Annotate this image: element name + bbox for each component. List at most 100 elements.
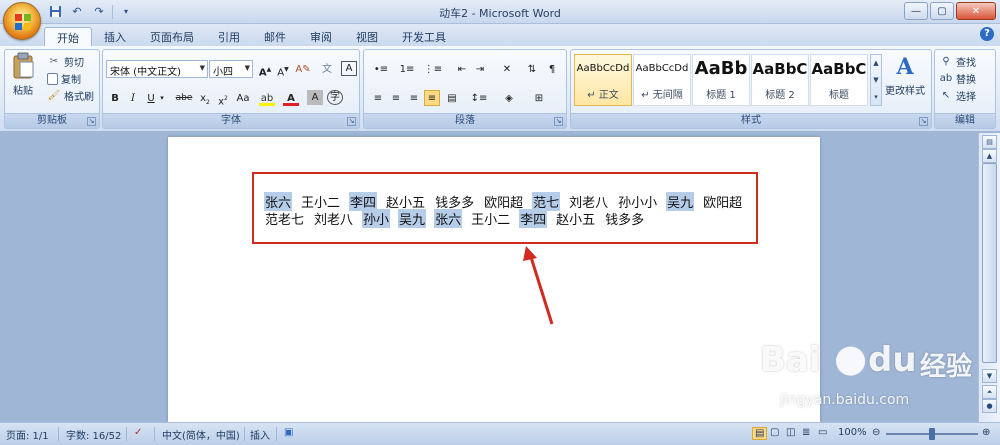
chinese-layout-icon[interactable]: ✕ (496, 61, 518, 78)
align-left-icon[interactable]: ≡ (370, 90, 386, 107)
maximize-button[interactable]: ▢ (930, 2, 954, 20)
ruler-toggle-icon[interactable]: ▤ (982, 135, 997, 149)
distributed-icon[interactable]: ▤ (444, 90, 460, 107)
paragraph-launcher-icon[interactable]: ↘ (554, 117, 563, 126)
close-button[interactable]: ✕ (956, 2, 996, 20)
binoculars-icon: ⚲ (942, 55, 950, 67)
view-draft-icon[interactable]: ▭ (818, 427, 827, 438)
shading-icon[interactable]: ◈ (498, 90, 520, 107)
decrease-indent-icon[interactable]: ⇤ (454, 61, 470, 78)
numbering-icon[interactable]: 1≡ (396, 61, 418, 78)
grow-font-icon[interactable]: A▲ (257, 61, 273, 78)
ribbon-tab-bar: 开始 插入 页面布局 引用 邮件 审阅 视图 开发工具 ? (0, 24, 1000, 46)
tab-review[interactable]: 审阅 (298, 27, 344, 46)
tab-view[interactable]: 视图 (344, 27, 390, 46)
zoom-in-icon[interactable]: ⊕ (982, 427, 990, 438)
phonetic-guide-icon[interactable]: 文 (319, 61, 335, 78)
styles-launcher-icon[interactable]: ↘ (919, 117, 928, 126)
style-heading-1[interactable]: AaBb 标题 1 (692, 54, 750, 106)
help-icon[interactable]: ? (980, 27, 994, 41)
paragraph-group-label: 段落 (364, 113, 566, 128)
font-name-select[interactable]: 宋体 (中文正文) ▼ (106, 60, 208, 78)
scroll-thumb[interactable] (982, 163, 997, 363)
status-separator (276, 427, 277, 441)
scroll-up-icon[interactable]: ▲ (982, 149, 997, 163)
enclose-char-icon[interactable]: 字 (327, 90, 343, 105)
style-sample: AaBbC (752, 60, 808, 78)
replace-icon: ab (939, 72, 953, 84)
subscript-icon[interactable]: x2 (197, 90, 213, 107)
bold-icon[interactable]: B (107, 90, 123, 107)
underline-dropdown-icon[interactable]: ▾ (158, 90, 166, 107)
style-name: 标题 (829, 90, 849, 101)
char-shading-icon[interactable]: A (307, 90, 323, 105)
bullets-icon[interactable]: •≡ (370, 61, 392, 78)
view-outline-icon[interactable]: ≣ (802, 427, 810, 438)
status-insert-mode[interactable]: 插入 (250, 427, 270, 442)
select-button[interactable]: ↖ 选择 (939, 88, 976, 104)
replace-button[interactable]: ab 替换 (939, 71, 976, 87)
styles-scroll[interactable]: ▲ ▼ ▾ (870, 54, 882, 106)
style-sample: AaBbCcDd (576, 63, 630, 74)
view-web-icon[interactable]: ◫ (786, 427, 795, 438)
font-launcher-icon[interactable]: ↘ (347, 117, 356, 126)
increase-indent-icon[interactable]: ⇥ (472, 61, 488, 78)
tab-page-layout[interactable]: 页面布局 (138, 27, 206, 46)
zoom-slider[interactable] (886, 428, 978, 440)
status-language[interactable]: 中文(简体，中国) (162, 427, 240, 442)
style-heading-2[interactable]: AaBbC 标题 2 (751, 54, 809, 106)
tab-references[interactable]: 引用 (206, 27, 252, 46)
cut-button[interactable]: ✂ 剪切 (47, 54, 84, 70)
style-name: ↵ 正文 (587, 90, 619, 101)
font-size-value: 小四 (213, 67, 233, 78)
view-full-screen-icon[interactable]: ▢ (770, 427, 779, 438)
borders-icon[interactable]: ⊞ (528, 90, 550, 107)
multilevel-list-icon[interactable]: ⋮≡ (422, 61, 444, 78)
scissors-icon: ✂ (49, 55, 59, 67)
change-styles-button[interactable]: A 更改样式 (885, 54, 925, 97)
font-size-select[interactable]: 小四 ▼ (209, 60, 253, 78)
style-no-spacing[interactable]: AaBbCcDd ↵ 无间隔 (633, 54, 691, 106)
justify-icon[interactable]: ≡ (424, 90, 440, 106)
tab-developer[interactable]: 开发工具 (390, 27, 458, 46)
italic-icon[interactable]: I (125, 90, 141, 107)
shrink-font-icon[interactable]: A▼ (275, 61, 291, 78)
clipboard-group: 粘贴 ✂ 剪切 复制 🖌 格式刷 剪贴板 ↘ (4, 49, 100, 129)
zoom-out-icon[interactable]: ⊖ (872, 427, 880, 438)
status-separator (126, 427, 127, 441)
line-spacing-icon[interactable]: ↕≡ (468, 90, 490, 107)
status-page[interactable]: 页面: 1/1 (6, 427, 49, 442)
tab-mailings[interactable]: 邮件 (252, 27, 298, 46)
paste-button[interactable]: 粘贴 (11, 52, 35, 97)
char-border-icon[interactable]: A (341, 61, 357, 76)
tab-home[interactable]: 开始 (44, 27, 92, 46)
tab-insert[interactable]: 插入 (92, 27, 138, 46)
show-marks-icon[interactable]: ¶ (544, 61, 560, 78)
sort-icon[interactable]: ⇅ (524, 61, 540, 78)
office-button[interactable] (3, 2, 41, 40)
align-center-icon[interactable]: ≡ (388, 90, 404, 107)
minimize-button[interactable]: — (904, 2, 928, 20)
macro-record-icon[interactable]: ▣ (284, 427, 293, 438)
superscript-icon[interactable]: x2 (215, 90, 231, 107)
style-normal[interactable]: AaBbCcDd ↵ 正文 (574, 54, 632, 106)
status-word-count[interactable]: 字数: 16/52 (66, 427, 121, 442)
clear-format-icon[interactable]: A✎ (295, 61, 311, 78)
change-case-icon[interactable]: Aa (233, 90, 253, 107)
style-title[interactable]: AaBbC 标题 (810, 54, 868, 106)
strikethrough-icon[interactable]: abe (173, 90, 195, 107)
view-print-layout-icon[interactable]: ▤ (752, 427, 768, 440)
paste-icon (13, 52, 34, 79)
copy-button[interactable]: 复制 (47, 71, 81, 86)
align-right-icon[interactable]: ≡ (406, 90, 422, 107)
clipboard-launcher-icon[interactable]: ↘ (87, 117, 96, 126)
find-button[interactable]: ⚲ 查找 (939, 54, 976, 70)
proofing-icon[interactable]: ✓ (134, 427, 142, 438)
font-color-icon[interactable]: A (283, 90, 299, 106)
format-painter-button[interactable]: 🖌 格式刷 (47, 88, 94, 104)
zoom-slider-thumb[interactable] (929, 428, 935, 440)
highlighter-icon[interactable]: ab (259, 90, 275, 106)
zoom-level[interactable]: 100% (838, 427, 867, 438)
underline-icon[interactable]: U (143, 90, 159, 107)
baidu-watermark: Bai ● du 经验 jingyan.baidu.com (760, 336, 996, 422)
